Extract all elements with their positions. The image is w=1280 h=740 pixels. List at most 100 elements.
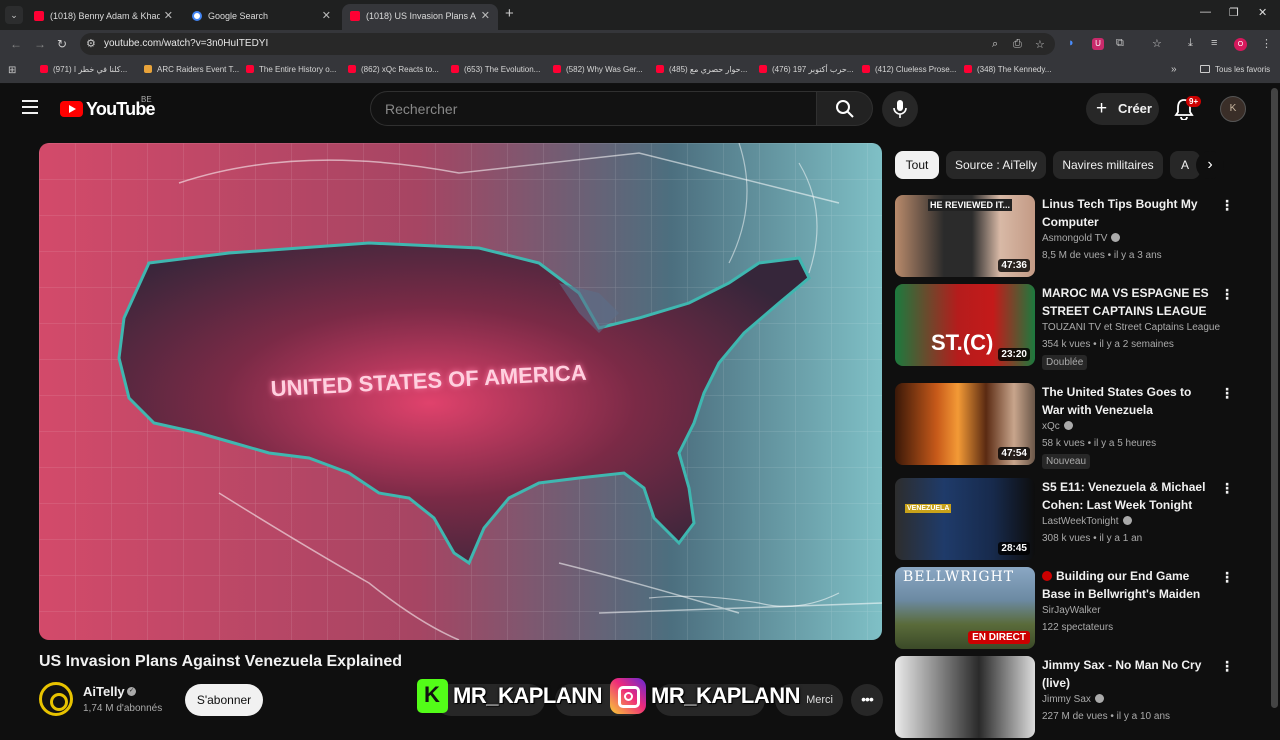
chevron-right-icon[interactable]: › bbox=[1196, 151, 1224, 179]
thumbnail[interactable]: VENEZUELA 28:45 bbox=[895, 478, 1035, 560]
recommendation-title[interactable]: Linus Tech Tips Bought My Computer bbox=[1042, 195, 1212, 231]
bookmark-item[interactable]: ARC Raiders Event T... bbox=[144, 65, 239, 74]
search-input[interactable]: Rechercher bbox=[370, 91, 817, 126]
channel-name[interactable]: AiTelly bbox=[83, 684, 125, 699]
tab-title: (1018) Benny Adam & Khadija bbox=[50, 11, 160, 21]
more-actions-kebab-icon[interactable]: ••• bbox=[851, 684, 883, 716]
page-scrollbar[interactable] bbox=[1271, 88, 1278, 708]
browser-menu-kebab-icon[interactable]: ⋮ bbox=[1261, 37, 1272, 50]
recommendation-item[interactable]: 47:54 The United States Goes to War with… bbox=[895, 383, 1240, 469]
channel-avatar[interactable] bbox=[39, 682, 73, 716]
profile-avatar-icon[interactable]: O bbox=[1234, 38, 1247, 51]
bookmark-item[interactable]: (476) حرب أكتوبر 197... bbox=[759, 65, 854, 74]
youtube-play-logo-icon bbox=[60, 101, 83, 117]
bookmark-item[interactable]: (971) كلنا في خطر ا... bbox=[40, 65, 127, 74]
kebab-icon[interactable]: ⋮ bbox=[1220, 480, 1234, 497]
new-tab-plus-icon[interactable]: + bbox=[505, 5, 514, 22]
reload-icon[interactable]: ↻ bbox=[57, 37, 67, 51]
verified-icon bbox=[1063, 421, 1073, 430]
chip-source[interactable]: Source : AiTelly bbox=[946, 151, 1046, 179]
recommendation-item[interactable]: ST.(C) 23:20 MAROC MA VS ESPAGNE ES STRE… bbox=[895, 284, 1240, 370]
recommendation-channel[interactable]: xQc bbox=[1042, 421, 1073, 432]
recommendation-item[interactable]: Jimmy Sax - No Man No Cry (live) Jimmy S… bbox=[895, 656, 1240, 740]
recommendation-title[interactable]: MAROC MA VS ESPAGNE ES STREET CAPTAINS L… bbox=[1042, 284, 1212, 320]
instagram-logo-icon bbox=[610, 678, 646, 714]
thumbnail[interactable]: ST.(C) 23:20 bbox=[895, 284, 1035, 366]
chip-tout[interactable]: Tout bbox=[895, 151, 939, 179]
duration-badge: 23:20 bbox=[998, 348, 1030, 361]
menu-icon[interactable] bbox=[22, 100, 38, 118]
forward-icon[interactable]: → bbox=[34, 37, 46, 51]
bookmark-item[interactable]: The Entire History o... bbox=[246, 65, 336, 74]
recommendation-item[interactable]: BELLWRIGHT EN DIRECT Building our End Ga… bbox=[895, 567, 1240, 651]
apps-grid-icon[interactable]: ⊞ bbox=[8, 65, 16, 76]
youtube-favicon-icon bbox=[451, 65, 459, 73]
bookmark-item[interactable]: (485) حوار حصري مع... bbox=[656, 65, 747, 74]
install-icon[interactable]: ⎙ bbox=[1013, 38, 1022, 51]
thumbnail[interactable]: BELLWRIGHT EN DIRECT bbox=[895, 567, 1035, 649]
search-button[interactable] bbox=[817, 91, 873, 126]
kebab-icon[interactable]: ⋮ bbox=[1220, 286, 1234, 303]
recommendation-item[interactable]: HE REVIEWED IT... 47:36 Linus Tech Tips … bbox=[895, 195, 1240, 279]
browser-tab-2[interactable]: Google Search ✕ bbox=[184, 4, 339, 30]
extension-translate-icon[interactable]: ◗ bbox=[1068, 37, 1075, 49]
bookmark-item[interactable]: (412) Clueless Prose... bbox=[862, 65, 956, 74]
video-player[interactable]: UNITED STATES OF AMERICA UNITED STATES O… bbox=[39, 143, 882, 640]
kebab-icon[interactable]: ⋮ bbox=[1220, 658, 1234, 675]
thumbnail-text: BELLWRIGHT bbox=[903, 569, 1015, 585]
recommendation-channel[interactable]: Asmongold TV bbox=[1042, 233, 1121, 244]
thumbnail[interactable] bbox=[895, 656, 1035, 738]
bookmark-star-icon[interactable]: ☆ bbox=[1035, 38, 1045, 51]
kebab-icon[interactable]: ⋮ bbox=[1220, 197, 1234, 214]
recommendation-channel[interactable]: LastWeekTonight bbox=[1042, 516, 1132, 527]
all-bookmarks-folder[interactable]: Tous les favoris bbox=[1200, 65, 1270, 74]
bookmark-item[interactable]: (862) xQc Reacts to... bbox=[348, 65, 439, 74]
close-window-icon[interactable]: ✕ bbox=[1258, 6, 1267, 19]
back-icon[interactable]: ← bbox=[10, 37, 22, 51]
youtube-favicon-icon bbox=[246, 65, 254, 73]
live-badge: EN DIRECT bbox=[968, 631, 1030, 644]
browser-tab-3-active[interactable]: (1018) US Invasion Plans Again ✕ bbox=[342, 4, 498, 30]
recommendation-title[interactable]: Jimmy Sax - No Man No Cry (live) bbox=[1042, 656, 1212, 692]
recommendation-title[interactable]: The United States Goes to War with Venez… bbox=[1042, 383, 1212, 419]
extension-shield-icon[interactable]: U bbox=[1092, 38, 1104, 50]
create-button[interactable]: + Créer bbox=[1086, 93, 1159, 125]
voice-search-button[interactable] bbox=[882, 91, 918, 127]
zoom-icon[interactable]: ⌕ bbox=[992, 38, 998, 51]
omnibox[interactable]: ⚙ youtube.com/watch?v=3n0HuITEDYI ⌕ ⎙ ☆ bbox=[80, 33, 1055, 55]
kebab-icon[interactable]: ⋮ bbox=[1220, 569, 1234, 586]
bookmark-item[interactable]: (348) The Kennedy... bbox=[964, 65, 1051, 74]
recommendation-channel[interactable]: TOUZANI TV et Street Captains League bbox=[1042, 322, 1232, 333]
download-icon[interactable]: ⤓ bbox=[1188, 37, 1193, 50]
country-code: BE bbox=[141, 95, 152, 104]
media-control-icon[interactable]: ≡ bbox=[1211, 37, 1217, 49]
bookmarks-star-icon[interactable]: ☆ bbox=[1152, 37, 1162, 50]
tab-search-icon[interactable]: ⌄ bbox=[5, 6, 23, 24]
chip-navires[interactable]: Navires militaires bbox=[1053, 151, 1163, 179]
close-tab-icon[interactable]: ✕ bbox=[322, 9, 331, 22]
browser-tab-1[interactable]: (1018) Benny Adam & Khadija ✕ bbox=[26, 4, 181, 30]
restore-icon[interactable]: ❐ bbox=[1229, 6, 1239, 19]
recommendation-title[interactable]: Building our End Game Base in Bellwright… bbox=[1042, 567, 1212, 603]
close-tab-icon[interactable]: ✕ bbox=[481, 9, 490, 22]
site-info-icon[interactable]: ⚙ bbox=[86, 37, 96, 50]
recommendation-title[interactable]: S5 E11: Venezuela & Michael Cohen: Last … bbox=[1042, 478, 1212, 514]
thumbnail[interactable]: 47:54 bbox=[895, 383, 1035, 465]
recommendation-item[interactable]: VENEZUELA 28:45 S5 E11: Venezuela & Mich… bbox=[895, 478, 1240, 562]
recommendation-channel[interactable]: Jimmy Sax bbox=[1042, 694, 1104, 705]
bookmarks-bar: ⊞ (971) كلنا في خطر ا... ARC Raiders Eve… bbox=[0, 58, 1280, 84]
thumbnail[interactable]: HE REVIEWED IT... 47:36 bbox=[895, 195, 1035, 277]
recommendation-channel[interactable]: SirJayWalker bbox=[1042, 605, 1101, 616]
close-tab-icon[interactable]: ✕ bbox=[164, 9, 173, 22]
bookmark-item[interactable]: (582) Why Was Ger... bbox=[553, 65, 643, 74]
extensions-puzzle-icon[interactable]: ⧉ bbox=[1116, 37, 1124, 50]
account-avatar[interactable]: K bbox=[1220, 96, 1246, 122]
youtube-favicon-icon bbox=[350, 11, 360, 21]
kebab-icon[interactable]: ⋮ bbox=[1220, 385, 1234, 402]
minimize-icon[interactable]: — bbox=[1200, 6, 1211, 18]
subscribe-button[interactable]: S'abonner bbox=[185, 684, 263, 716]
verified-icon bbox=[1122, 516, 1132, 525]
bookmark-item[interactable]: (653) The Evolution... bbox=[451, 65, 540, 74]
more-bookmarks-chevron-icon[interactable]: » bbox=[1171, 64, 1177, 75]
url-text[interactable]: youtube.com/watch?v=3n0HuITEDYI bbox=[104, 38, 268, 49]
